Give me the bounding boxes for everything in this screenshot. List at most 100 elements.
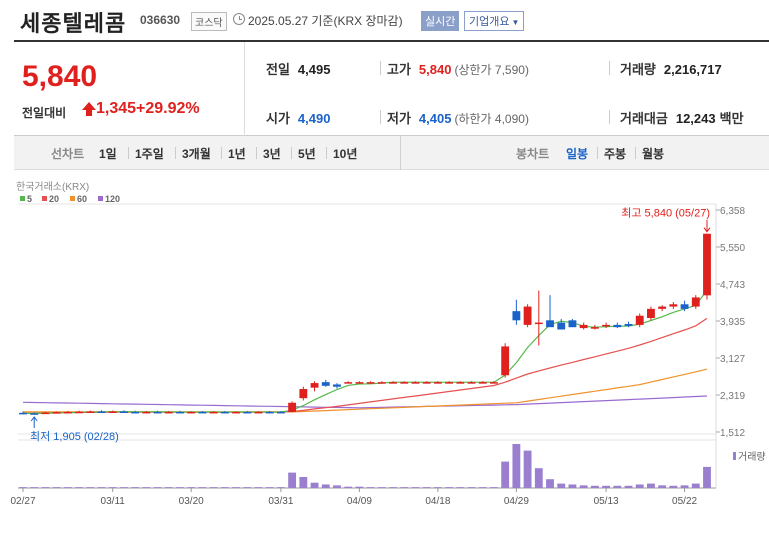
x-tick-label: 05/22 bbox=[672, 496, 697, 507]
period-1d[interactable]: 1일 bbox=[99, 145, 117, 162]
volume-bar bbox=[490, 487, 498, 488]
change-value: 1,345 bbox=[96, 100, 137, 117]
volume-bar bbox=[647, 483, 655, 488]
volume-bar bbox=[400, 487, 409, 488]
candle bbox=[299, 389, 308, 399]
high-label: 고가 bbox=[387, 62, 411, 77]
high-price: 고가 5,840 (상한가 7,590) bbox=[387, 59, 529, 78]
amount-label: 거래대금 bbox=[620, 111, 668, 126]
volume-bar bbox=[590, 485, 599, 488]
legend-20: 20 bbox=[49, 194, 59, 204]
period-weekly[interactable]: 주봉 bbox=[604, 145, 626, 162]
volume-bar bbox=[523, 450, 532, 488]
candle bbox=[142, 411, 151, 414]
volume-bar bbox=[232, 487, 240, 488]
volume-bar bbox=[568, 484, 577, 488]
legend-5: 5 bbox=[27, 194, 32, 204]
candle bbox=[501, 346, 510, 376]
high-value: 5,840 bbox=[418, 62, 452, 77]
candle bbox=[310, 383, 319, 388]
candle bbox=[377, 382, 386, 384]
candle bbox=[355, 382, 364, 384]
period-10y[interactable]: 10년 bbox=[333, 145, 357, 162]
volume-bar bbox=[411, 487, 420, 488]
candle bbox=[422, 382, 431, 384]
price-summary: 5,840 전일대비 1,345 +29.92% 전일 4,495 고가 5,840… bbox=[14, 40, 769, 136]
period-5y[interactable]: 5년 bbox=[298, 145, 316, 162]
candle bbox=[546, 320, 554, 328]
period-3m[interactable]: 3개월 bbox=[182, 145, 211, 162]
period-3y[interactable]: 3년 bbox=[263, 145, 281, 162]
volume-bar bbox=[433, 487, 442, 488]
ma20-line bbox=[22, 317, 708, 415]
volume-bar bbox=[613, 485, 622, 488]
divider bbox=[326, 147, 327, 159]
candle bbox=[198, 411, 207, 414]
volume-bar bbox=[478, 487, 487, 488]
volume-bar bbox=[243, 487, 252, 488]
volume-bar bbox=[635, 484, 644, 488]
volume-bar bbox=[366, 487, 375, 488]
candle bbox=[568, 320, 577, 328]
volume-bar bbox=[52, 487, 61, 488]
x-tick-label: 03/20 bbox=[179, 496, 204, 507]
volume-bar bbox=[333, 485, 341, 488]
stock-chart[interactable]: 한국거래소(KRX) 5 20 60 120 6,358 5,550 4,743 3,935 3,… bbox=[0, 170, 769, 532]
stock-header: 세종텔레콤 036630 코스닥 2025.05.27 기준(KRX 장마감) … bbox=[0, 0, 769, 38]
candle bbox=[176, 411, 184, 414]
candle bbox=[579, 324, 588, 329]
candle bbox=[445, 382, 454, 384]
volume-bar bbox=[501, 461, 510, 488]
current-price: 5,840 bbox=[22, 60, 98, 93]
volume-bar bbox=[377, 487, 386, 488]
candle bbox=[108, 411, 117, 413]
y-tick-label: 2,319 bbox=[720, 391, 745, 402]
candle bbox=[131, 411, 140, 414]
divider bbox=[380, 110, 381, 124]
upper-limit: (상한가 7,590) bbox=[454, 63, 529, 77]
up-arrow-icon bbox=[82, 102, 96, 110]
base-date: 2025.05.27 기준(KRX 장마감) bbox=[248, 14, 403, 28]
volume-bar bbox=[220, 487, 229, 488]
volume-bar bbox=[198, 487, 207, 488]
x-tick-label: 04/29 bbox=[504, 496, 529, 507]
chart-source-label: 한국거래소(KRX) bbox=[16, 181, 89, 193]
amount-unit: 백만 bbox=[719, 111, 744, 126]
candle bbox=[658, 306, 667, 309]
volume-bar bbox=[153, 487, 162, 488]
volume-bar bbox=[97, 487, 106, 488]
y-tick-label: 5,550 bbox=[720, 243, 745, 254]
chart-svg[interactable]: 한국거래소(KRX)5 20 60 120 6,358 5,550 4,743 3,935 3,… bbox=[0, 170, 769, 532]
divider bbox=[609, 61, 610, 75]
candle bbox=[41, 412, 50, 415]
divider bbox=[597, 147, 598, 159]
candle bbox=[624, 323, 633, 326]
candle bbox=[86, 411, 95, 413]
candle bbox=[153, 411, 162, 414]
volume-bar bbox=[86, 487, 95, 488]
up-arrow-stem bbox=[86, 110, 92, 116]
ma60-line bbox=[23, 368, 708, 413]
volume-bar bbox=[19, 487, 27, 488]
volume-legend-swatch bbox=[733, 452, 736, 460]
candle bbox=[635, 315, 644, 325]
company-overview-button[interactable]: 기업개요 ▼ bbox=[464, 11, 525, 31]
clock-icon bbox=[233, 13, 245, 25]
realtime-button[interactable]: 실시간 bbox=[421, 11, 460, 31]
volume-bar bbox=[254, 487, 263, 488]
period-monthly[interactable]: 월봉 bbox=[642, 145, 664, 162]
period-daily[interactable]: 일봉 bbox=[566, 145, 588, 162]
open-price: 시가 4,490 bbox=[266, 108, 330, 127]
prev-close-label: 전일 bbox=[266, 62, 290, 77]
current-price-box: 5,840 전일대비 1,345 +29.92% bbox=[14, 42, 245, 136]
period-1y[interactable]: 1년 bbox=[228, 145, 246, 162]
open-label: 시가 bbox=[266, 111, 290, 126]
candle bbox=[557, 322, 566, 330]
candle bbox=[602, 324, 611, 327]
candle bbox=[30, 413, 39, 415]
y-tick-label: 3,935 bbox=[720, 317, 745, 328]
candle bbox=[490, 382, 498, 384]
y-tick-label: 1,512 bbox=[720, 428, 745, 439]
low-value: 4,405 bbox=[418, 111, 452, 126]
period-1w[interactable]: 1주일 bbox=[135, 145, 164, 162]
